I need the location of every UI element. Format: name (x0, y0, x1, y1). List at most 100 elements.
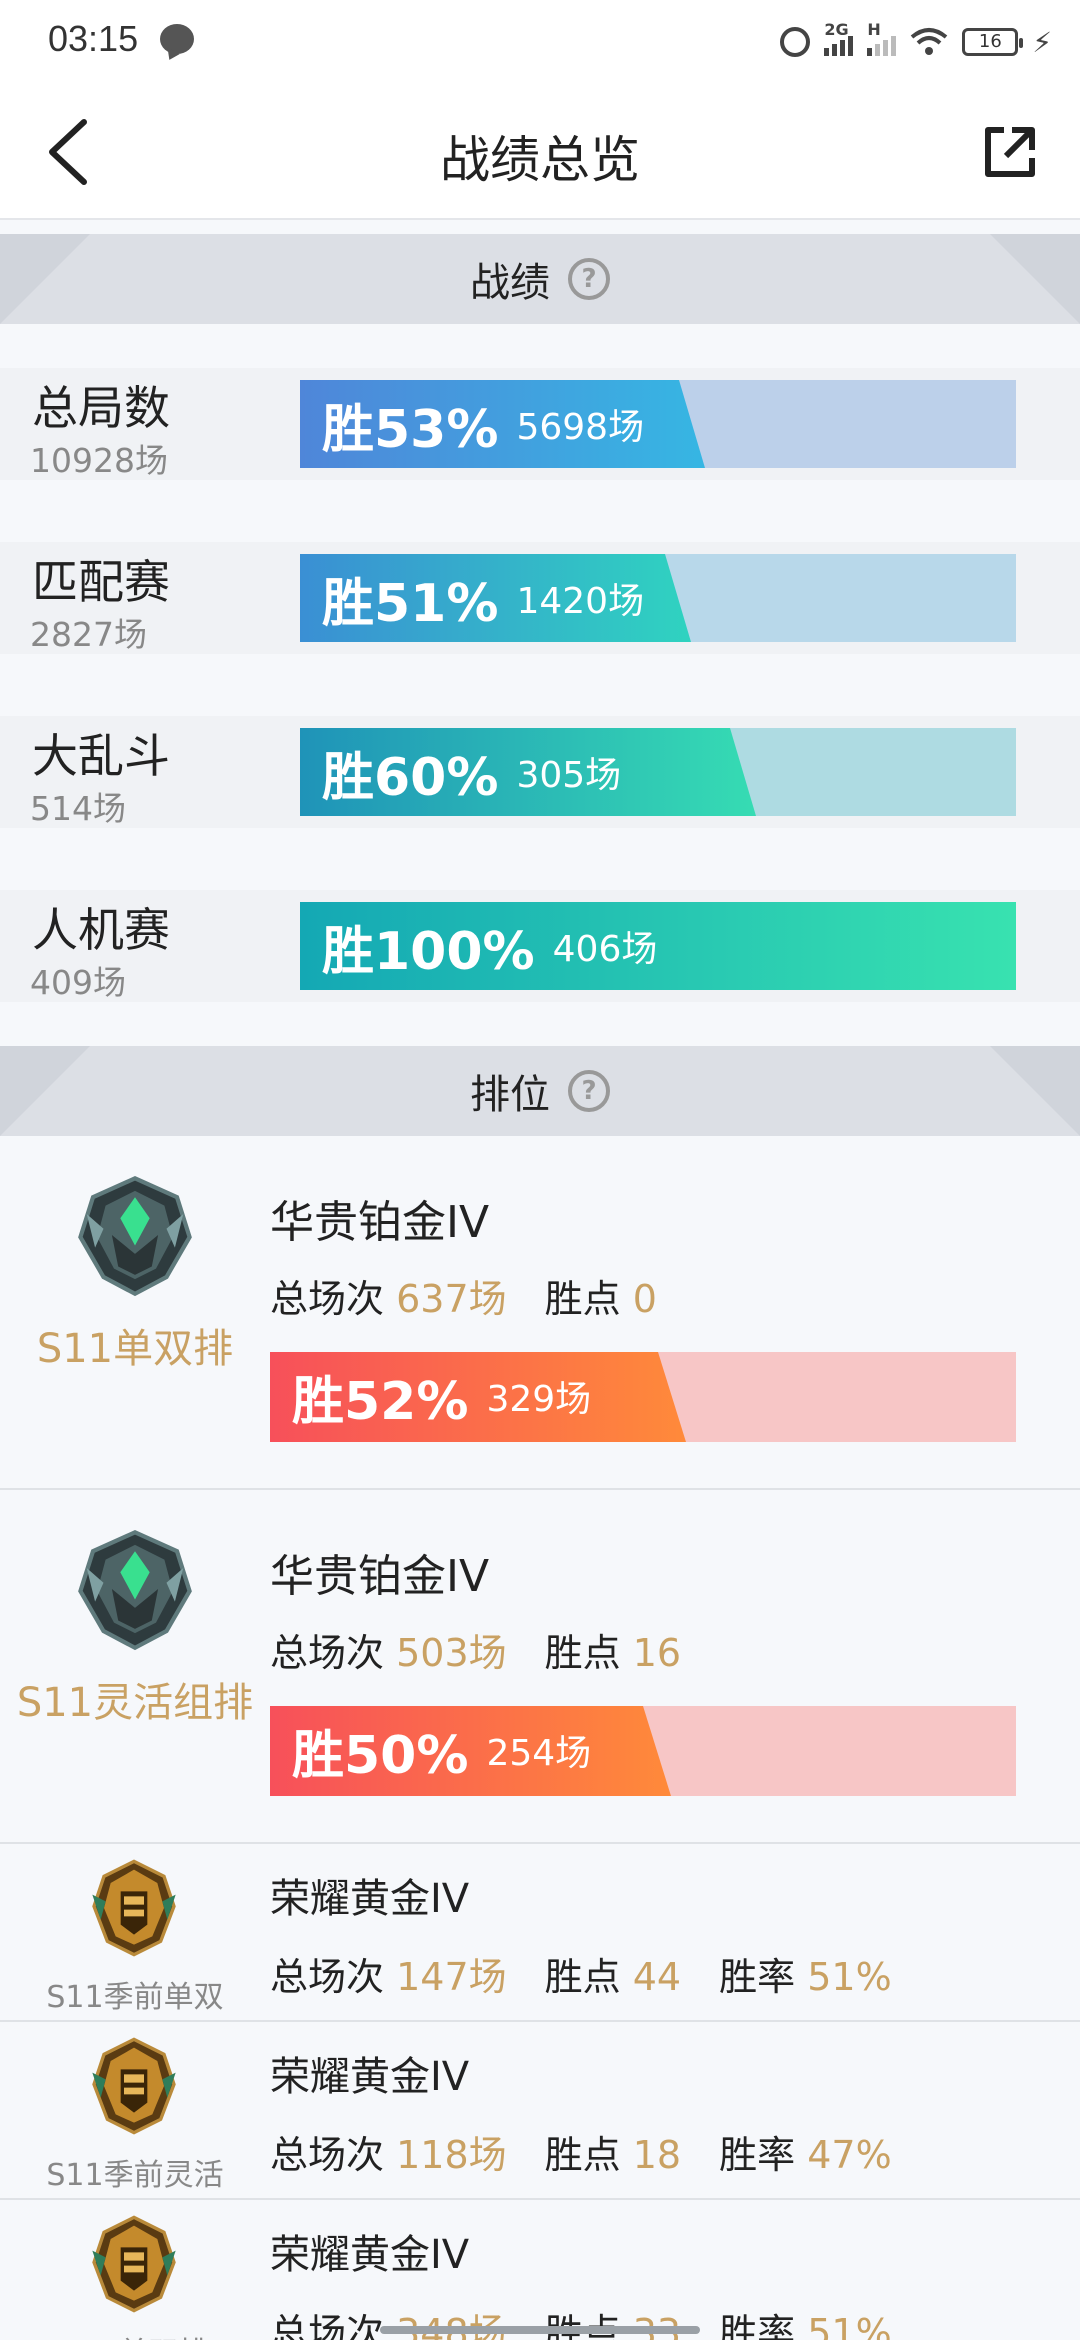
rank-emblem (84, 1858, 184, 1962)
win-rate-label: 胜52% (292, 1371, 469, 1432)
win-rate-bar: 胜51% 1420场 (300, 554, 1016, 642)
stat-name: 人机赛 (32, 903, 170, 957)
queue-name: S11季前灵活 (46, 2158, 224, 2193)
network-type-label: 2G (824, 20, 849, 39)
signal-icon-2: H (867, 20, 897, 56)
games-label: 总场次 (270, 2311, 385, 2340)
signal-icon: 2G (824, 20, 854, 56)
lp-value: 0 (632, 1277, 657, 1321)
tier-name: 华贵铂金IV (270, 1551, 490, 1602)
stat-total: 10928场 (30, 441, 168, 480)
stat-total: 514场 (30, 789, 126, 828)
stat-name: 总局数 (32, 381, 170, 435)
rate-label: 胜率 (719, 2133, 796, 2177)
lp-label: 胜点 (544, 2133, 621, 2177)
queue-name: S11季前单双 (46, 1980, 224, 2015)
games-value: 147场 (396, 1955, 507, 1999)
stat-row[interactable]: 总局数 10928场 胜53% 5698场 (0, 368, 1080, 480)
rank-card[interactable]: S11灵活组排 华贵铂金IV 总场次 503场 胜点 16 胜50% 254场 (0, 1490, 1080, 1844)
games-value: 118场 (396, 2133, 507, 2177)
wins-count: 254场 (486, 1733, 592, 1774)
rank-section-header: 排位 ? (0, 1046, 1080, 1136)
stats-line: 总场次 637场 胜点 0 (270, 1268, 657, 1323)
lp-value: 18 (632, 2133, 682, 2177)
stat-name: 匹配赛 (32, 555, 170, 609)
wifi-icon (911, 28, 948, 55)
games-value: 637场 (396, 1277, 507, 1321)
win-rate-bar: 胜100% 406场 (300, 902, 1016, 990)
help-icon[interactable]: ? (568, 258, 610, 300)
status-icons: 2G H 16 ⚡ (780, 20, 1052, 64)
platinum-rank-icon (78, 1175, 192, 1297)
battery-level: 16 (978, 31, 1002, 52)
stats-line: 总场次 118场 胜点 18 胜率 47% (270, 2124, 892, 2179)
record-section-header: 战绩 ? (0, 234, 1080, 324)
home-indicator[interactable] (380, 2326, 700, 2334)
stats-line: 总场次 503场 胜点 16 (270, 1622, 681, 1677)
win-rate-bar: 胜53% 5698场 (300, 380, 1016, 468)
rate-label: 胜率 (719, 2311, 796, 2340)
wins-count: 1420场 (516, 581, 645, 622)
alarm-icon (780, 27, 811, 57)
stats-line: 总场次 348场胜点 33胜率 51% (270, 2302, 892, 2340)
gold-rank-icon (92, 2215, 176, 2313)
rank-emblem (84, 2214, 184, 2318)
games-label: 总场次 (270, 1955, 385, 1999)
help-icon[interactable]: ? (568, 1070, 610, 1112)
message-icon (160, 24, 194, 54)
status-bar: 03:15 2G H 16 ⚡ (0, 0, 1080, 84)
lp-value: 44 (632, 1955, 682, 1999)
win-rate-label: 胜53% (322, 399, 499, 460)
stat-total: 409场 (30, 963, 126, 1002)
win-rate-bar: 胜52% 329场 (270, 1352, 1016, 1442)
stat-row[interactable]: 大乱斗 514场 胜60% 305场 (0, 716, 1080, 828)
win-rate-bar: 胜60% 305场 (300, 728, 1016, 816)
win-rate-bar: 胜50% 254场 (270, 1706, 1016, 1796)
gold-rank-icon (92, 2037, 176, 2135)
tier-name: 荣耀黄金IV (270, 1876, 470, 1922)
win-rate-label: 胜100% (322, 921, 535, 982)
games-label: 总场次 (270, 1277, 385, 1321)
record-section-title: 战绩 (470, 260, 550, 306)
charging-icon: ⚡ (1032, 25, 1052, 59)
rate-value: 47% (807, 2133, 892, 2177)
queue-name: S11灵活组排 (16, 1680, 254, 1726)
lp-label: 胜点 (544, 1277, 621, 1321)
platinum-rank-icon (78, 1529, 192, 1651)
lp-label: 胜点 (544, 1631, 621, 1675)
tier-name: 荣耀黄金IV (270, 2054, 470, 2100)
rank-emblem (84, 2036, 184, 2140)
stat-row[interactable]: 匹配赛 2827场 胜51% 1420场 (0, 542, 1080, 654)
rate-value: 51% (807, 2311, 892, 2340)
page-title: 战绩总览 (440, 131, 640, 189)
win-rate-label: 胜50% (292, 1725, 469, 1786)
rate-value: 51% (807, 1955, 892, 1999)
rank-card[interactable]: S11季前单双 荣耀黄金IV 总场次 147场 胜点 44 胜率 51% (0, 1844, 1080, 2022)
lp-label: 胜点 (544, 1955, 621, 1999)
wins-count: 406场 (552, 929, 658, 970)
tier-name: 华贵铂金IV (270, 1197, 490, 1248)
games-value: 503场 (396, 1631, 507, 1675)
battery-icon: 16 (962, 28, 1024, 56)
status-time: 03:15 (48, 18, 139, 59)
share-button[interactable] (980, 122, 1040, 182)
win-rate-label: 胜51% (322, 573, 499, 634)
wins-count: 305场 (516, 755, 622, 796)
rank-card[interactable]: S10单双排 荣耀黄金IV 总场次 348场胜点 33胜率 51% (0, 2200, 1080, 2340)
games-label: 总场次 (270, 2133, 385, 2177)
rank-emblem (72, 1172, 198, 1302)
lp-value: 16 (632, 1631, 682, 1675)
rate-label: 胜率 (719, 1955, 796, 1999)
rank-emblem (72, 1526, 198, 1656)
rank-card[interactable]: S11季前灵活 荣耀黄金IV 总场次 118场 胜点 18 胜率 47% (0, 2022, 1080, 2200)
queue-name: S11单双排 (36, 1326, 234, 1372)
rank-card[interactable]: S11单双排 华贵铂金IV 总场次 637场 胜点 0 胜52% 329场 (0, 1136, 1080, 1490)
queue-name: S10单双排 (0, 2328, 270, 2340)
network-type-label-2: H (867, 20, 881, 39)
stats-line: 总场次 147场 胜点 44 胜率 51% (270, 1946, 892, 2001)
header: 战绩总览 (0, 84, 1080, 220)
stat-name: 大乱斗 (32, 729, 170, 783)
tier-name: 荣耀黄金IV (270, 2232, 470, 2278)
stat-row[interactable]: 人机赛 409场 胜100% 406场 (0, 890, 1080, 1002)
gold-rank-icon (92, 1859, 176, 1957)
